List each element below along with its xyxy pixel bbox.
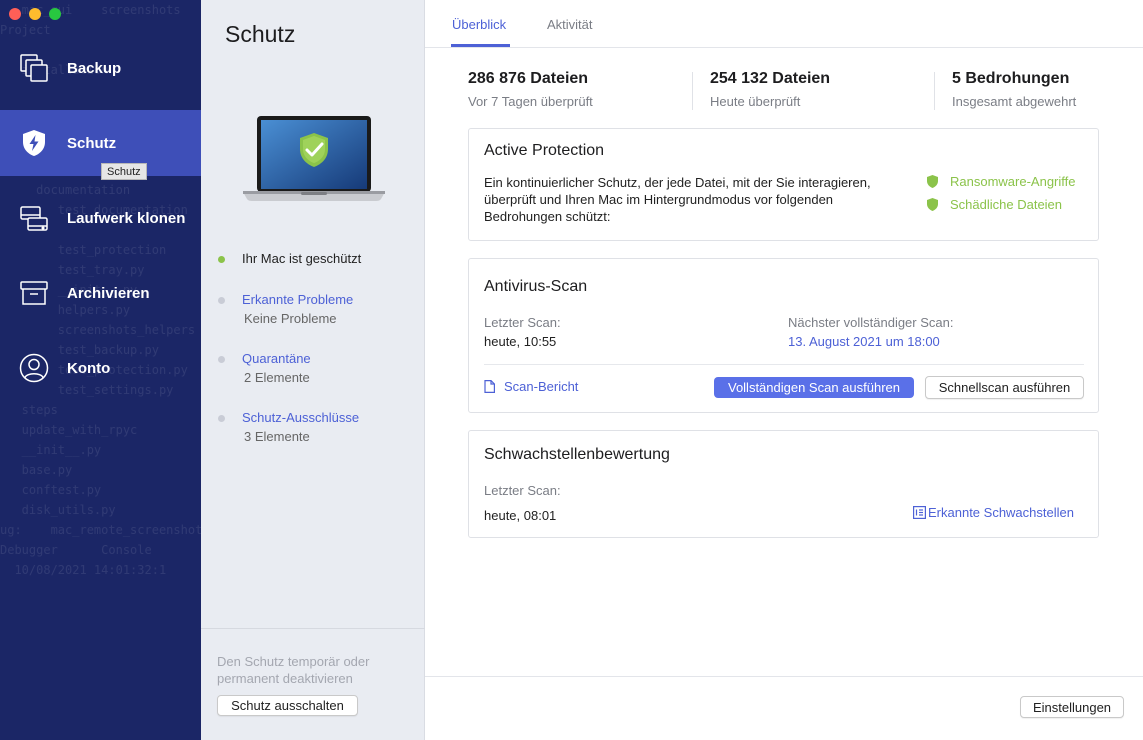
background-text-line: base.py <box>0 463 73 477</box>
last-scan-label: Letzter Scan: <box>484 315 561 330</box>
panel-divider <box>201 628 425 629</box>
minimize-window-button[interactable] <box>29 8 41 20</box>
detected-problems-count: Keine Probleme <box>244 311 337 326</box>
document-icon <box>484 380 495 393</box>
background-text-line: steps <box>0 403 58 417</box>
detected-vulnerabilities-link[interactable]: Erkannte Schwachstellen <box>913 505 1074 520</box>
stat-label: Heute überprüft <box>710 94 801 109</box>
background-text-line: disk_utils.py <box>0 503 116 517</box>
shield-icon <box>927 198 938 211</box>
active-protection-description: Ein kontinuierlicher Schutz, der jede Da… <box>484 175 871 224</box>
last-scan-label: Letzter Scan: <box>484 483 561 498</box>
tab-overview[interactable]: Überblick <box>452 17 506 32</box>
clone-disk-icon <box>19 203 49 233</box>
antivirus-scan-card: Antivirus-Scan Letzter Scan: heute, 10:5… <box>468 258 1099 413</box>
status-dot <box>218 356 225 363</box>
sidebar-item-label: Schutz <box>67 134 117 152</box>
card-title: Schwachstellenbewertung <box>484 446 670 463</box>
detected-problems-link[interactable]: Erkannte Probleme <box>242 292 353 307</box>
settings-button[interactable]: Einstellungen <box>1020 696 1124 718</box>
disable-protection-note: Den Schutz temporär oder permanent deakt… <box>217 654 370 686</box>
card-title: Active Protection <box>484 142 605 159</box>
stat-threats-blocked: 5 Bedrohungen Insgesamt abgewehrt <box>952 70 1076 109</box>
scan-statistics: 286 876 Dateien Vor 7 Tagen überprüft 25… <box>468 70 1118 114</box>
next-scan-value[interactable]: 13. August 2021 um 18:00 <box>788 334 940 349</box>
status-text: Ihr Mac ist geschützt <box>242 251 362 266</box>
shield-bolt-icon <box>19 128 49 158</box>
sidebar-item-backup[interactable]: Backup <box>0 35 201 101</box>
protection-panel: Schutz Ihr Mac ist geschützt Erkannte Pr… <box>201 0 425 740</box>
stat-checked-today: 254 132 Dateien Heute überprüft <box>710 70 830 109</box>
status-dot <box>218 297 225 304</box>
stat-divider <box>934 72 935 110</box>
sidebar-item-label: Laufwerk klonen <box>67 209 186 227</box>
card-title: Antivirus-Scan <box>484 278 588 295</box>
last-scan-value: heute, 08:01 <box>484 508 557 523</box>
active-tab-indicator <box>451 44 510 47</box>
background-text-line: ug: mac_remote_screenshot <box>0 523 201 537</box>
quarantine-count: 2 Elemente <box>244 370 310 385</box>
tab-bar: Überblick Aktivität <box>425 0 1143 48</box>
status-ok-dot <box>218 256 225 263</box>
overview-content: Überblick Aktivität 286 876 Dateien Vor … <box>425 0 1143 740</box>
card-divider <box>484 364 1084 365</box>
background-text-line: update_with_rpyc <box>0 423 138 437</box>
backup-icon <box>19 53 49 83</box>
archive-icon <box>19 278 49 308</box>
quick-scan-button[interactable]: Schnellscan ausführen <box>925 376 1084 399</box>
exclusions-link[interactable]: Schutz-Ausschlüsse <box>242 410 359 425</box>
threat-label: Ransomware-Angriffe <box>950 174 1076 189</box>
vulnerability-assessment-card: Schwachstellenbewertung Letzter Scan: he… <box>468 430 1099 538</box>
tab-activity[interactable]: Aktivität <box>547 17 593 32</box>
stat-label: Insgesamt abgewehrt <box>952 94 1077 109</box>
account-icon <box>19 353 49 383</box>
sidebar-item-label: Archivieren <box>67 284 150 302</box>
last-scan-value: heute, 10:55 <box>484 334 557 349</box>
background-text-line: __init__.py <box>0 443 102 457</box>
app-sidebar: mac_gui screenshots Project installation … <box>0 0 201 740</box>
disable-protection-button[interactable]: Schutz ausschalten <box>217 695 358 716</box>
sidebar-item-konto[interactable]: Konto <box>0 335 201 401</box>
sidebar-tooltip: Schutz <box>101 163 147 180</box>
threat-label: Schädliche Dateien <box>950 197 1063 212</box>
stat-label: Vor 7 Tagen überprüft <box>468 94 593 109</box>
status-dot <box>218 415 225 422</box>
sidebar-item-laufwerk-klonen[interactable]: Laufwerk klonen <box>0 185 201 251</box>
stat-value: 5 Bedrohungen <box>952 70 1070 87</box>
sidebar-item-archivieren[interactable]: Archivieren <box>0 260 201 326</box>
quarantine-item[interactable]: Quarantäne 2 Elemente <box>218 351 311 385</box>
detected-vulnerabilities-label: Erkannte Schwachstellen <box>928 505 1074 520</box>
panel-title: Schutz <box>225 21 296 47</box>
exclusions-item[interactable]: Schutz-Ausschlüsse 3 Elemente <box>218 410 359 444</box>
background-text-line: 10/08/2021 14:01:32:1 <box>0 563 167 577</box>
background-text-line: conftest.py <box>0 483 102 497</box>
close-window-button[interactable] <box>9 8 21 20</box>
active-protection-card: Active Protection Ein kontinuierlicher S… <box>468 128 1099 241</box>
stat-checked-7-days: 286 876 Dateien Vor 7 Tagen überprüft <box>468 70 593 109</box>
laptop-shield-illustration <box>241 113 387 208</box>
stat-divider <box>692 72 693 110</box>
threat-malicious-files: Schädliche Dateien <box>927 197 1062 212</box>
sidebar-item-label: Konto <box>67 359 111 377</box>
detected-problems-item[interactable]: Erkannte Probleme Keine Probleme <box>218 292 353 326</box>
scan-report-link[interactable]: Scan-Bericht <box>484 379 578 394</box>
stat-value: 286 876 Dateien <box>468 70 589 87</box>
stat-value: 254 132 Dateien <box>710 70 831 87</box>
threat-ransomware: Ransomware-Angriffe <box>927 174 1075 189</box>
quarantine-link[interactable]: Quarantäne <box>242 351 311 366</box>
scan-report-label: Scan-Bericht <box>504 379 579 394</box>
protection-status: Ihr Mac ist geschützt <box>218 251 361 266</box>
shield-icon <box>927 175 938 188</box>
background-text-line: Debugger Console <box>0 543 152 557</box>
sidebar-item-label: Backup <box>67 59 122 77</box>
next-scan-label: Nächster vollständiger Scan: <box>788 315 954 330</box>
background-text-line <box>0 580 201 600</box>
zoom-window-button[interactable] <box>49 8 61 20</box>
list-document-icon <box>913 506 926 519</box>
window-controls <box>9 8 61 20</box>
exclusions-count: 3 Elemente <box>244 429 310 444</box>
full-scan-button[interactable]: Vollständigen Scan ausführen <box>714 377 914 398</box>
footer-divider <box>425 676 1143 677</box>
